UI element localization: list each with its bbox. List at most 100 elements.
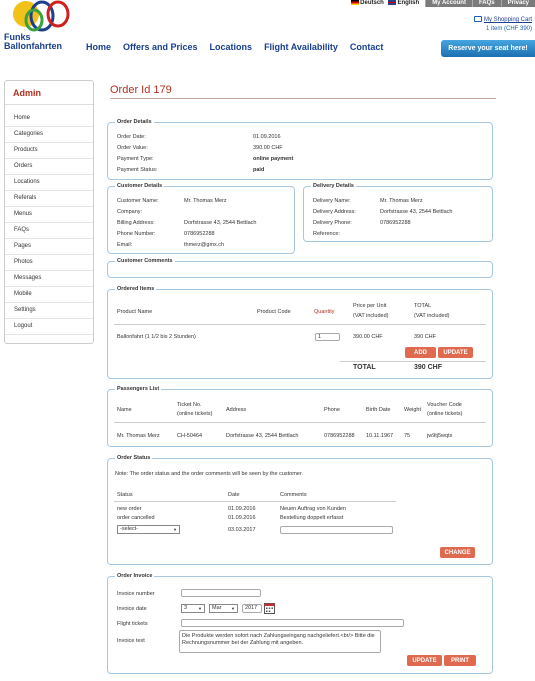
customer-comments-panel: Customer Comments <box>107 258 493 278</box>
status-header-divider <box>114 501 396 502</box>
sidebar-item-settings[interactable]: Settings <box>5 303 93 319</box>
cart-icon <box>473 16 482 23</box>
order-status-legend: Order Status <box>115 455 153 461</box>
phone-number-label: Phone Number: <box>117 231 156 237</box>
title-divider <box>110 98 496 99</box>
delivery-name-label: Delivery Name: <box>313 198 351 204</box>
billing-address-value: Dorfstrasse 43, 2544 Bettlach <box>184 220 257 226</box>
customer-details-panel: Customer Details Customer Name: Company:… <box>107 183 295 254</box>
status-row-2-status: order cancelled <box>117 515 155 521</box>
my-account-link[interactable]: My Account <box>425 0 472 7</box>
flight-tickets-label: Flight tickets <box>117 621 148 627</box>
reference-label: Reference: <box>313 231 340 237</box>
order-invoice-panel: Order Invoice Invoice number Invoice dat… <box>107 573 493 674</box>
shopping-cart[interactable]: My Shopping Cart 1 item (CHF 390) <box>473 16 532 34</box>
status-row-1-comment: Neuen Auftrag von Kunden <box>280 506 347 512</box>
passenger-birth-date: 10.11.1967 <box>366 433 394 439</box>
order-invoice-legend: Order Invoice <box>115 573 155 579</box>
status-select[interactable]: -select- <box>117 525 180 534</box>
passenger-name: Mr. Thomas Merz <box>117 433 160 439</box>
col-birth-date: Birth Date <box>366 407 391 413</box>
delivery-details-legend: Delivery Details <box>311 183 356 189</box>
sidebar-item-mobile[interactable]: Mobile <box>5 287 93 303</box>
col-total-vat: (VAT included) <box>414 313 450 319</box>
english-flag-icon <box>387 0 396 6</box>
lang-de-link[interactable]: Deutsch <box>350 0 384 7</box>
sidebar-item-locations[interactable]: Locations <box>5 175 93 191</box>
col-ticket-online: (online tickets) <box>177 411 213 417</box>
company-label: Company: <box>117 209 143 215</box>
nav-offers[interactable]: Offers and Prices <box>123 42 198 52</box>
delivery-address-label: Delivery Address: <box>313 209 356 215</box>
nav-locations[interactable]: Locations <box>210 42 253 52</box>
status-row-1-status: new order <box>117 506 142 512</box>
col-product-code: Product Code <box>257 309 291 315</box>
invoice-day-select[interactable]: 3 <box>181 604 205 613</box>
invoice-year-input[interactable]: 2017 <box>242 604 262 613</box>
new-status-date: 03.03.2017 <box>228 527 256 533</box>
invoice-month-select[interactable]: Mar <box>209 604 238 613</box>
reserve-seat-button[interactable]: Reserve your seat here! <box>441 40 535 57</box>
col-comments: Comments <box>280 492 307 498</box>
invoice-number-input[interactable] <box>181 589 261 597</box>
sidebar-item-home[interactable]: Home <box>5 111 93 127</box>
sidebar-item-pages[interactable]: Pages <box>5 239 93 255</box>
delivery-address-value: Dorfstrasse 43, 2544 Bettlach <box>380 209 453 215</box>
status-note: Note: The order status and the order com… <box>115 471 303 477</box>
payment-status-value: paid <box>253 167 265 173</box>
faqs-link[interactable]: FAQs <box>471 0 501 7</box>
col-date: Date <box>228 492 240 498</box>
sidebar-item-faqs[interactable]: FAQs <box>5 223 93 239</box>
nav-contact[interactable]: Contact <box>350 42 384 52</box>
sidebar-item-referals[interactable]: Referals <box>5 191 93 207</box>
total-value: 390 CHF <box>414 364 443 371</box>
sidebar-item-orders[interactable]: Orders <box>5 159 93 175</box>
order-value-label: Order Value: <box>117 145 148 151</box>
delivery-phone-label: Delivery Phone: <box>313 220 352 226</box>
privacy-link[interactable]: Privacy <box>500 0 535 7</box>
sidebar-item-logout[interactable]: Logout <box>5 319 93 335</box>
print-invoice-button[interactable]: PRINT <box>444 655 476 666</box>
email-value: thmerz@gmx.ch <box>184 242 225 248</box>
cart-title[interactable]: My Shopping Cart <box>484 17 532 23</box>
item-total: 390 CHF <box>414 334 437 340</box>
order-details-panel: Order Details Order Date: Order Value: P… <box>107 119 493 180</box>
sidebar-item-categories[interactable]: Categories <box>5 127 93 143</box>
passenger-ticket: CH-50464 <box>177 433 203 439</box>
invoice-text-area[interactable]: Die Produkte werden sofort nach Zahlungs… <box>179 630 381 653</box>
sidebar-item-photos[interactable]: Photos <box>5 255 93 271</box>
update-items-button[interactable]: UPDATE <box>438 347 473 358</box>
sidebar-title: Admin <box>5 81 93 105</box>
col-product-name: Product Name <box>117 309 153 315</box>
header: Funks Ballonfahrten Deutsch English My A… <box>0 0 535 62</box>
add-item-button[interactable]: ADD <box>405 347 436 358</box>
passenger-address: Dorfstrasse 43, 2544 Bettlach <box>226 433 299 439</box>
update-invoice-button[interactable]: UPDATE <box>407 655 442 666</box>
status-comment-input[interactable] <box>280 526 393 534</box>
flight-tickets-input[interactable] <box>181 619 404 627</box>
top-nav: My Account FAQs Privacy <box>425 0 535 7</box>
status-row-2-date: 01.09.2016 <box>228 515 256 521</box>
col-voucher-online: (online tickets) <box>427 411 463 417</box>
change-status-button[interactable]: CHANGE <box>440 547 475 558</box>
sidebar-item-menus[interactable]: Menus <box>5 207 93 223</box>
order-details-legend: Order Details <box>115 119 154 125</box>
ordered-items-panel: Ordered Items Product Name Product Code … <box>107 286 493 379</box>
billing-address-label: Billing Address: <box>117 220 155 226</box>
payment-type-label: Payment Type: <box>117 156 154 162</box>
order-date-value: 01.09.2016 <box>253 134 281 140</box>
col-price-per-unit: Price per Unit <box>353 303 387 309</box>
sidebar-item-messages[interactable]: Messages <box>5 271 93 287</box>
sidebar-item-products[interactable]: Products <box>5 143 93 159</box>
total-divider <box>340 361 486 362</box>
lang-en-link[interactable]: English <box>387 0 419 7</box>
nav-flight-availability[interactable]: Flight Availability <box>264 42 338 52</box>
quantity-input[interactable]: 1 <box>315 333 340 341</box>
total-label: TOTAL <box>353 364 376 371</box>
cart-summary: 1 item (CHF 390) <box>485 26 532 32</box>
col-voucher-code: Voucher Code <box>427 402 462 408</box>
calendar-icon[interactable] <box>264 602 275 614</box>
col-ticket-no: Ticket No. <box>177 402 202 408</box>
nav-home[interactable]: Home <box>86 42 111 52</box>
invoice-text-label: Invoice text <box>117 638 145 644</box>
